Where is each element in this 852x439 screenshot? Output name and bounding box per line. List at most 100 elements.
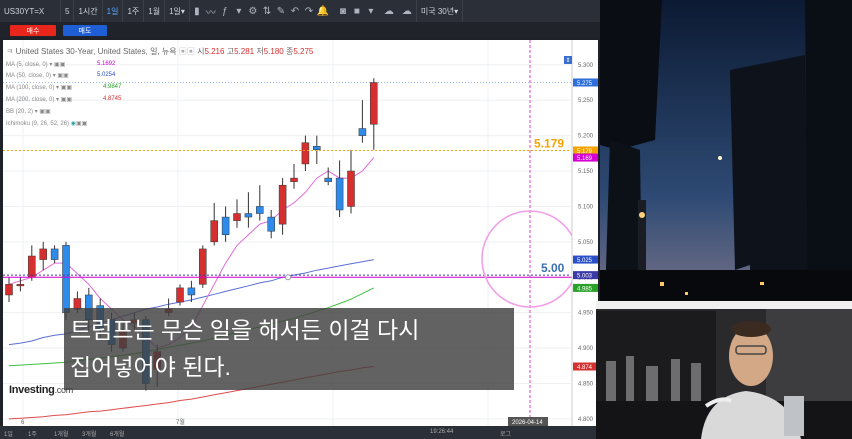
candle-body [5, 284, 13, 296]
draw-icon[interactable]: ✎ [274, 0, 288, 22]
line-type-icon[interactable]: 〰 [204, 0, 218, 22]
candle-body [199, 248, 207, 285]
candle [256, 185, 264, 221]
range-3m[interactable]: 3개월 [82, 429, 96, 438]
indicator-ma100[interactable]: MA (100, close, 0) ▾ ▣▣ [6, 84, 72, 91]
chevron-down-icon: ▾ [180, 6, 185, 16]
timeframe-label: 1일 [169, 6, 181, 16]
candle-body [347, 170, 355, 207]
chart-type-icon: ㅋ [6, 47, 14, 56]
settings-box-icon[interactable]: ▣▣ [61, 97, 72, 103]
price-tick-label: 4.900 [578, 346, 594, 352]
candle [278, 178, 287, 235]
indicator-ma200[interactable]: MA (200, close, 0) ▾ ▣▣ [6, 96, 72, 103]
candle-body [313, 145, 321, 151]
chevron-down-icon[interactable]: ▾ [232, 0, 246, 22]
settings-box-icon[interactable]: ▣▣ [76, 121, 87, 127]
indicator-ma5-value: 5.1692 [97, 61, 116, 67]
person-hair [731, 321, 771, 337]
candle-body [256, 206, 264, 214]
indicator-icon[interactable]: ƒ [218, 0, 232, 22]
settings-box-icon[interactable]: ▣▣ [57, 73, 68, 79]
buy-button[interactable]: 매수 [10, 25, 56, 36]
timeframe-1w[interactable]: 1주 [123, 0, 145, 22]
redo-icon[interactable]: ↷ [302, 0, 316, 22]
color-box-icon[interactable]: ■ [350, 0, 364, 22]
range-1d[interactable]: 1일 [4, 429, 13, 438]
cloud-save-icon[interactable]: ☁ [400, 0, 414, 22]
caption-line-1: 트럼프는 무슨 일을 해서든 이걸 다시 [70, 317, 420, 343]
candle [50, 245, 59, 264]
scale-toggle-icon[interactable]: ⇕ [564, 56, 572, 64]
indicator-label: MA (5, close, 0) [6, 62, 48, 68]
alert-bell-icon[interactable]: 🔔 [316, 0, 330, 22]
price-tick-label: 5.250 [578, 98, 594, 104]
settings-box-icon[interactable]: ▣▣ [54, 62, 65, 68]
candle-body [278, 184, 287, 225]
range-1m[interactable]: 1개월 [54, 429, 68, 438]
sell-button[interactable]: 매도 [63, 25, 107, 36]
chevron-down-icon: ▾ [454, 6, 459, 16]
price-badge-label: 4.874 [577, 365, 593, 371]
settings-box-icon[interactable]: ▣▣ [179, 47, 195, 56]
indicator-label: Ichimoku (9, 26, 52, 26) [6, 121, 70, 127]
indicator-ma5[interactable]: MA (5, close, 0) ▾ ▣▣ [6, 61, 65, 68]
symbol-label: US30YT=X [4, 6, 45, 16]
x-axis-label: 7월 [176, 418, 185, 426]
candle-type-icon[interactable]: ▮ [190, 0, 204, 22]
trading-app: US30YT=X 5 1시간 1일 1주 1월 1일 ▾ ▮ 〰 ƒ ▾ ⚙ ⇅ … [0, 0, 600, 439]
price-tick-label: 4.950 [578, 311, 594, 317]
window-light [660, 282, 664, 286]
candle-body [324, 177, 332, 182]
price-badge-label: 5.003 [577, 274, 593, 280]
timeframe-1h[interactable]: 1시간 [74, 0, 103, 22]
candle-body [290, 177, 298, 182]
indicator-ichimoku[interactable]: Ichimoku (9, 26, 52, 26) ◉▣▣ [6, 120, 87, 127]
tumbler [784, 396, 804, 436]
candle-body [210, 220, 218, 243]
candle [370, 78, 378, 150]
range-6m[interactable]: 6개월 [110, 429, 124, 438]
building-tall [730, 55, 810, 300]
range-1w[interactable]: 1주 [28, 429, 37, 438]
region-selector[interactable]: 미국 30년 ▾ [415, 0, 464, 22]
scale-mode[interactable]: 로그 [500, 429, 511, 438]
candle [39, 241, 47, 271]
trade-bar: 매수 매도 [0, 22, 600, 38]
camera-icon[interactable]: ◙ [336, 0, 350, 22]
price-badge-label: 4.985 [577, 286, 593, 292]
interval-selector[interactable]: 5 [61, 0, 75, 22]
cloud-load-icon[interactable]: ☁ [382, 0, 396, 22]
undo-icon[interactable]: ↶ [288, 0, 302, 22]
settings-box-icon[interactable]: ▣▣ [39, 109, 50, 115]
indicator-ma50-value: 5.0254 [97, 72, 116, 78]
logo-text: Investing [9, 384, 55, 396]
timeframe-label: 1월 [148, 6, 161, 16]
price-tick-label: 4.800 [578, 417, 594, 423]
timeframe-label: 1주 [127, 6, 140, 16]
candle-body [301, 142, 310, 165]
moon-icon [718, 156, 722, 160]
candle-body [28, 255, 36, 278]
timeframe-1d[interactable]: 1일 [103, 0, 124, 22]
price-tick-label: 5.300 [578, 63, 594, 69]
indicator-bb[interactable]: BB (20, 2) ▾ ▣▣ [6, 108, 51, 115]
settings-box-icon[interactable]: ▣▣ [61, 85, 72, 91]
chevron-down-icon[interactable]: ▾ [364, 0, 378, 22]
timeframe-1m[interactable]: 1월 [144, 0, 166, 22]
indicator-ma50[interactable]: MA (50, close, 0) ▾ ▣▣ [6, 72, 69, 79]
candle [210, 202, 218, 246]
low-label: 저 [256, 47, 264, 56]
timeframe-dropdown[interactable]: 1일 ▾ [165, 0, 190, 22]
compare-icon[interactable]: ⇅ [260, 0, 274, 22]
candle-body [370, 82, 378, 125]
candle-body [233, 213, 241, 221]
gear-icon[interactable]: ⚙ [246, 0, 260, 22]
high-value: 5.281 [234, 47, 255, 56]
low-value: 5.180 [263, 47, 284, 56]
candle [233, 199, 241, 228]
symbol-selector[interactable]: US30YT=X [0, 0, 61, 22]
building-right [805, 0, 852, 300]
bottom-range-bar: 1일 1주 1개월 3개월 6개월 19:26:44 로그 [0, 426, 600, 439]
candle [5, 277, 13, 303]
